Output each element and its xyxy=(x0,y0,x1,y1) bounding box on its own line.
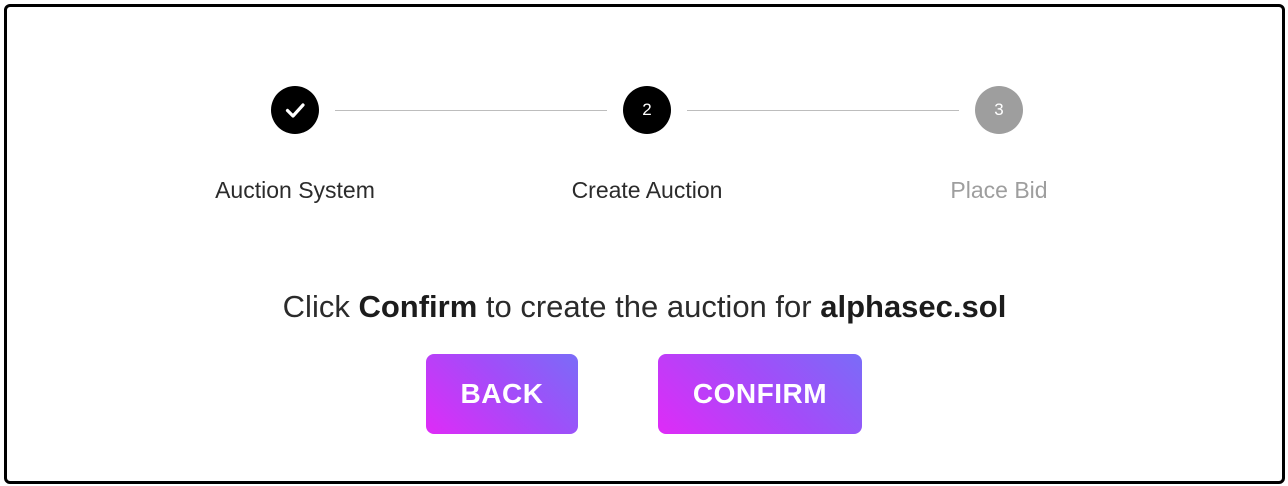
message-action-name: Confirm xyxy=(358,289,478,324)
progress-stepper: 2 3 Auction System Create Auction Place … xyxy=(7,7,1282,227)
step-3-label: Place Bid xyxy=(950,177,1048,203)
step-connector-1 xyxy=(335,110,607,111)
message-middle: to create the auction for xyxy=(477,289,821,324)
step-connector-2 xyxy=(687,110,959,111)
back-button[interactable]: BACK xyxy=(426,354,578,434)
step-3-indicator: 3 xyxy=(975,86,1023,134)
step-2-number: 2 xyxy=(642,100,652,119)
confirm-button[interactable]: CONFIRM xyxy=(658,354,862,434)
step-2-label: Create Auction xyxy=(571,177,723,203)
step-2-indicator: 2 xyxy=(623,86,671,134)
auction-dialog: 2 3 Auction System Create Auction Place … xyxy=(4,4,1285,484)
message-prefix: Click xyxy=(282,289,359,324)
step-3-number: 3 xyxy=(994,100,1004,119)
step-1-label: Auction System xyxy=(215,177,375,203)
step-1-indicator xyxy=(271,86,319,134)
confirmation-message: Click Confirm to create the auction for … xyxy=(7,289,1282,325)
checkmark-icon xyxy=(285,103,305,118)
message-domain-name: alphasec.sol xyxy=(820,289,1007,324)
